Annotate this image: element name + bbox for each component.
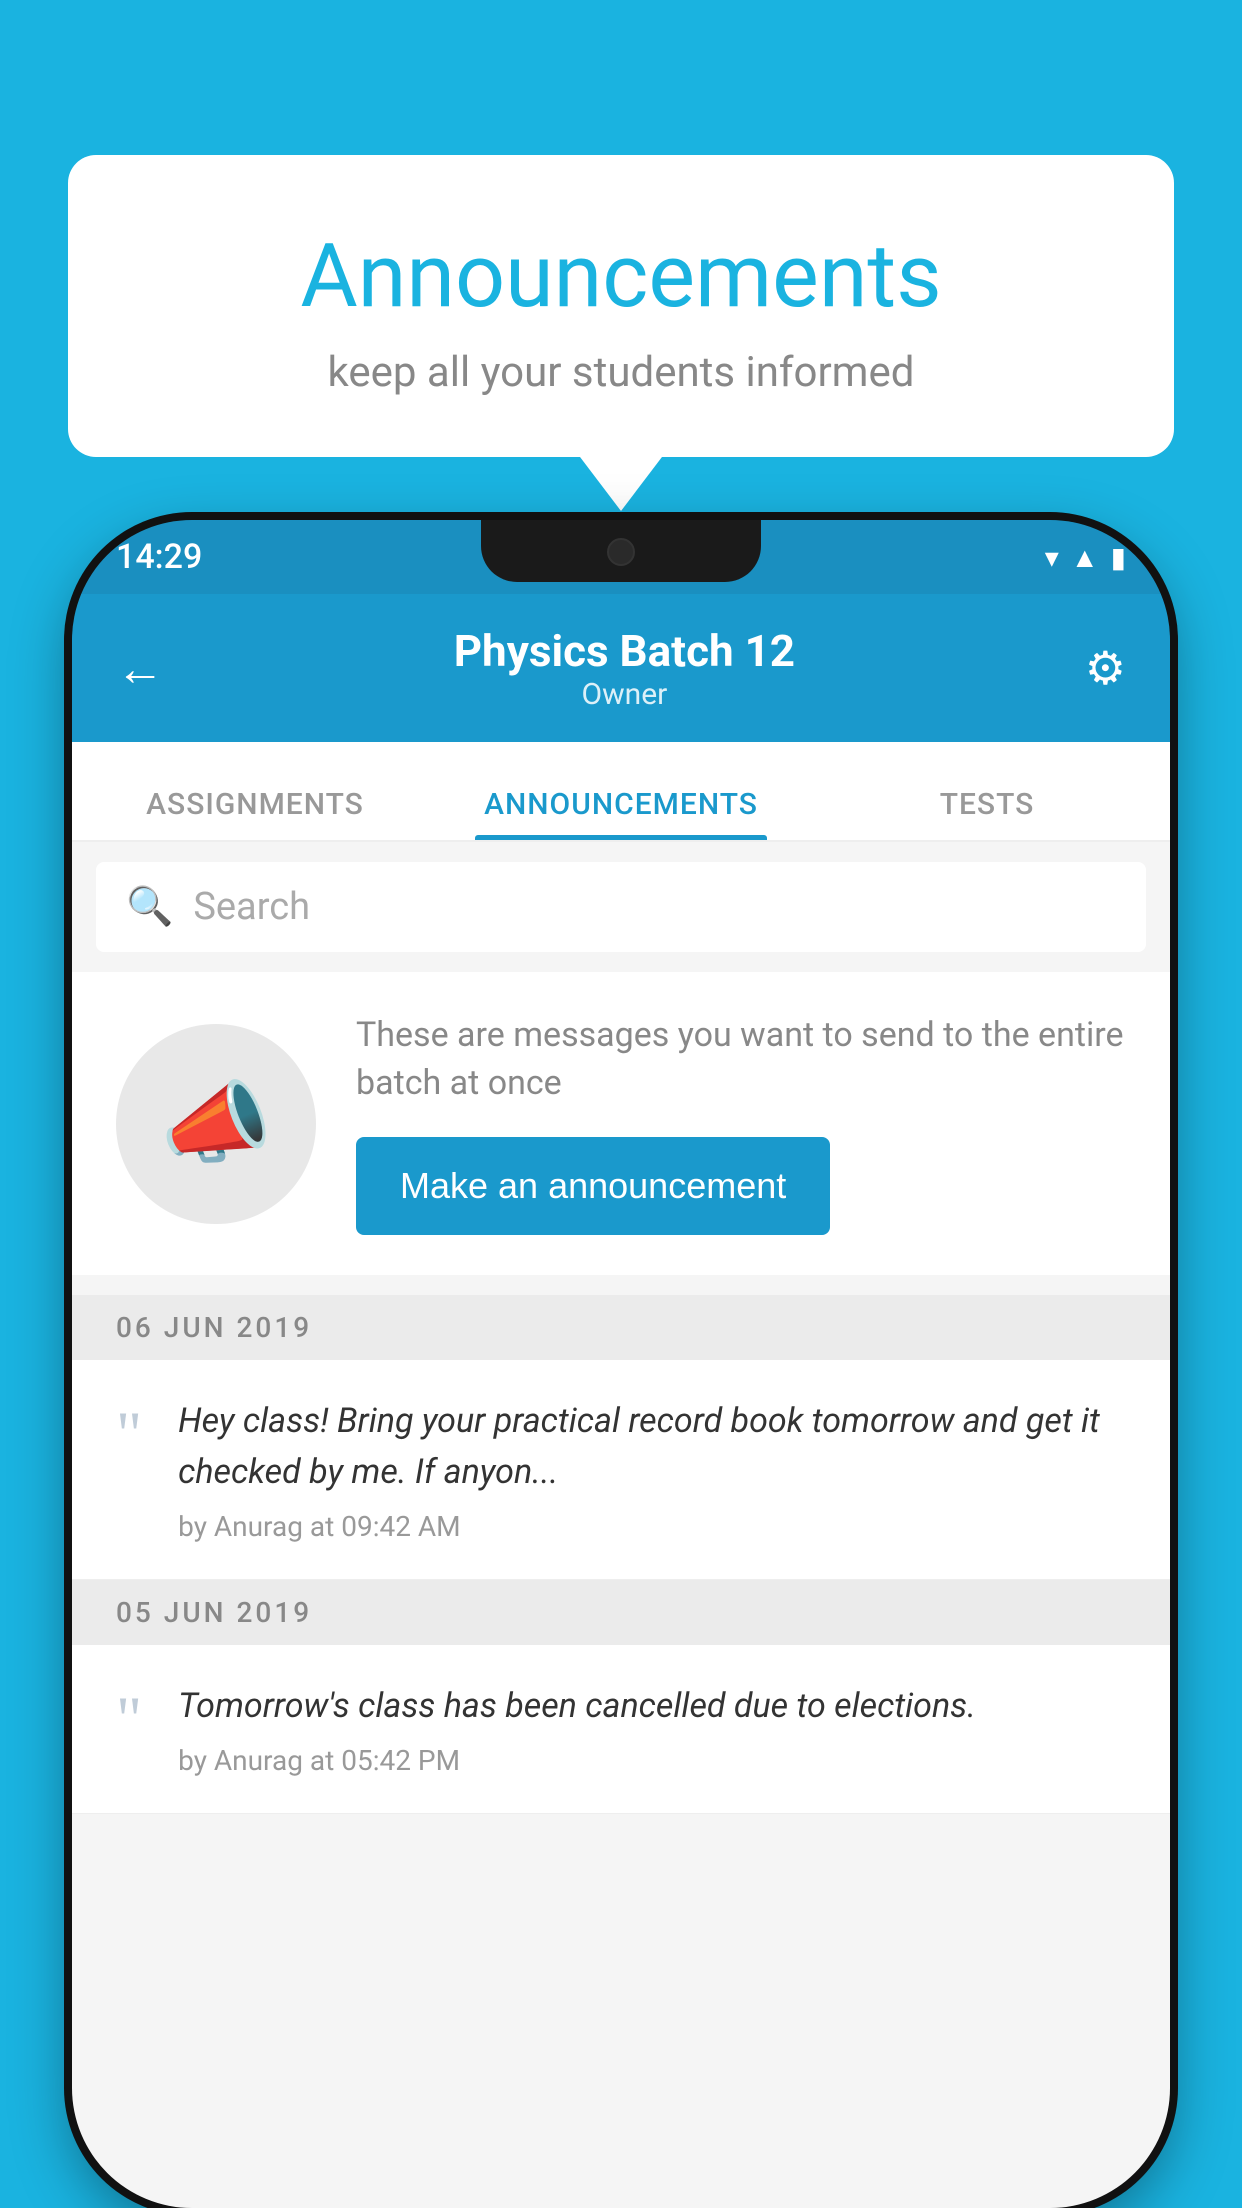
announcement-text-1: Hey class! Bring your practical record b… [178, 1396, 1126, 1498]
speech-bubble-subtitle: keep all your students informed [128, 348, 1114, 397]
app-header: ← Physics Batch 12 Owner ⚙ [72, 594, 1170, 742]
back-button[interactable]: ← [116, 640, 164, 697]
date-separator-1: 06 JUN 2019 [72, 1295, 1170, 1360]
quote-icon-2: " [116, 1687, 142, 1751]
header-title: Physics Batch 12 [454, 625, 795, 677]
battery-icon: ▮ [1111, 541, 1126, 574]
tab-bar: ASSIGNMENTS ANNOUNCEMENTS TESTS [72, 742, 1170, 842]
phone-shell: 14:29 ▾ ▲ ▮ ← Physics Batch 12 Owner ⚙ [72, 520, 1170, 2208]
announcement-icon-circle: 📣 [116, 1024, 316, 1224]
announcement-right: These are messages you want to send to t… [356, 1012, 1126, 1235]
status-icons: ▾ ▲ ▮ [1045, 541, 1126, 574]
announcement-meta-2: by Anurag at 05:42 PM [178, 1744, 1126, 1777]
phone-inner: 14:29 ▾ ▲ ▮ ← Physics Batch 12 Owner ⚙ [72, 520, 1170, 2208]
signal-icon: ▲ [1071, 541, 1099, 574]
speech-bubble: Announcements keep all your students inf… [68, 155, 1174, 457]
settings-icon[interactable]: ⚙ [1085, 641, 1126, 696]
status-time: 14:29 [116, 537, 202, 577]
announcement-description: These are messages you want to send to t… [356, 1012, 1126, 1107]
search-placeholder: Search [193, 885, 310, 929]
announcement-content-1: Hey class! Bring your practical record b… [178, 1396, 1126, 1543]
quote-icon-1: " [116, 1402, 142, 1466]
header-center: Physics Batch 12 Owner [454, 625, 795, 712]
announcement-item-1[interactable]: " Hey class! Bring your practical record… [72, 1360, 1170, 1580]
tab-announcements[interactable]: ANNOUNCEMENTS [438, 787, 804, 840]
search-icon: 🔍 [126, 885, 173, 929]
content-area: 🔍 Search 📣 These are messages you want t… [72, 842, 1170, 2208]
tab-tests[interactable]: TESTS [804, 787, 1170, 840]
speech-bubble-title: Announcements [128, 225, 1114, 328]
announcement-text-2: Tomorrow's class has been cancelled due … [178, 1681, 1126, 1732]
front-camera [607, 538, 635, 566]
announcement-prompt: 📣 These are messages you want to send to… [72, 972, 1170, 1275]
date-separator-2: 05 JUN 2019 [72, 1580, 1170, 1645]
phone-notch [481, 520, 761, 582]
wifi-icon: ▾ [1045, 541, 1059, 574]
tab-assignments[interactable]: ASSIGNMENTS [72, 787, 438, 840]
speech-bubble-container: Announcements keep all your students inf… [68, 155, 1174, 457]
announcement-item-2[interactable]: " Tomorrow's class has been cancelled du… [72, 1645, 1170, 1814]
phone-mockup: 14:29 ▾ ▲ ▮ ← Physics Batch 12 Owner ⚙ [72, 520, 1170, 2208]
megaphone-icon: 📣 [160, 1071, 272, 1176]
header-subtitle: Owner [454, 677, 795, 712]
announcement-content-2: Tomorrow's class has been cancelled due … [178, 1681, 1126, 1777]
announcement-meta-1: by Anurag at 09:42 AM [178, 1510, 1126, 1543]
make-announcement-button[interactable]: Make an announcement [356, 1137, 830, 1235]
search-bar[interactable]: 🔍 Search [96, 862, 1146, 952]
